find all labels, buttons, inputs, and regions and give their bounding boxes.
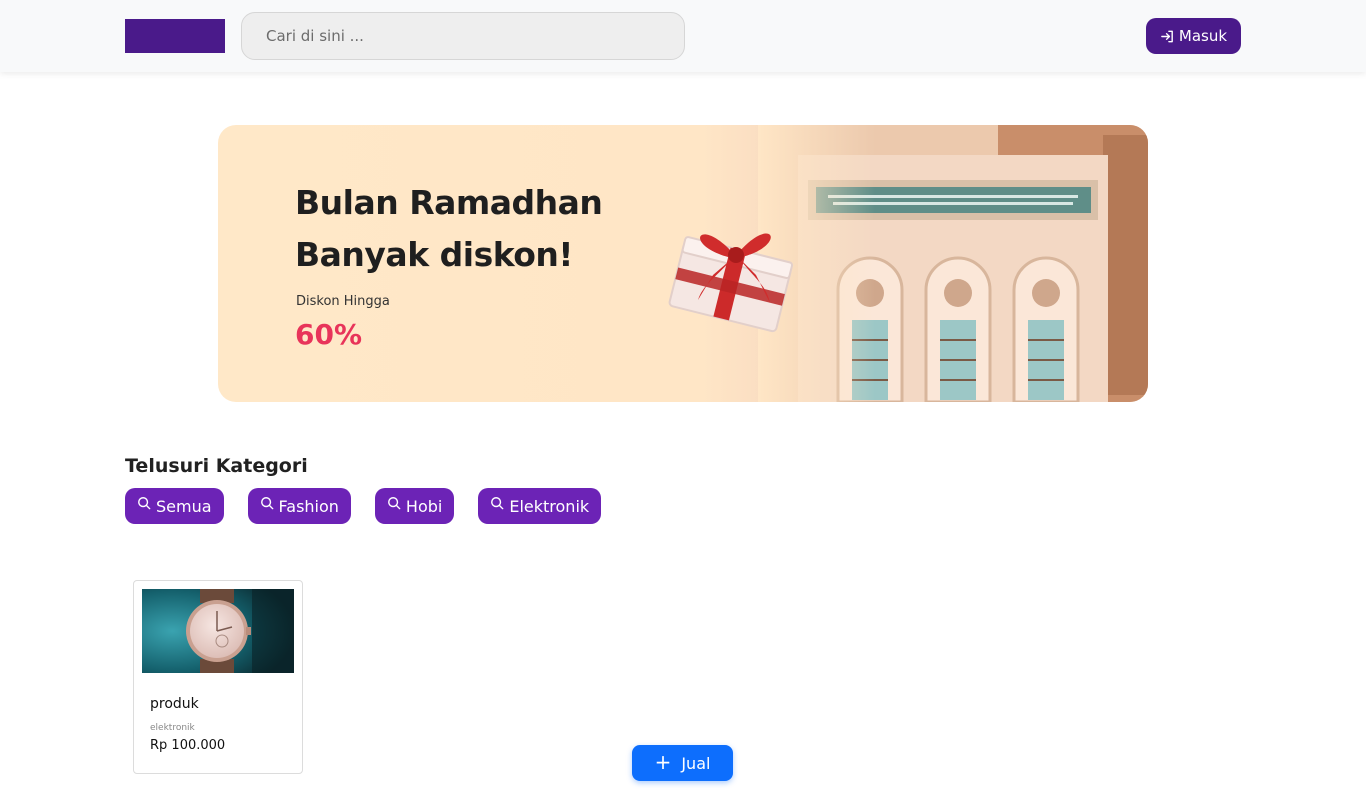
promo-banner[interactable]: Bulan Ramadhan Banyak diskon! Diskon Hin… bbox=[218, 125, 1148, 402]
category-label: Hobi bbox=[405, 496, 443, 516]
category-list: Semua Fashion Hobi Elektronik bbox=[125, 488, 602, 524]
banner-subtitle: Diskon Hingga bbox=[296, 294, 390, 309]
mosque-interior-illustration bbox=[758, 125, 1148, 402]
search-icon bbox=[260, 497, 273, 510]
search-icon bbox=[138, 497, 151, 510]
sell-label: Jual bbox=[681, 753, 711, 773]
gift-box-icon bbox=[668, 233, 794, 333]
product-card[interactable]: produk elektronik Rp 100.000 bbox=[133, 580, 303, 774]
watch-icon bbox=[142, 589, 294, 673]
banner-discount-percent: 60% bbox=[295, 318, 363, 351]
banner-title: Bulan Ramadhan Banyak diskon! bbox=[295, 177, 603, 281]
category-button-semua[interactable]: Semua bbox=[125, 488, 224, 524]
product-image bbox=[142, 589, 294, 673]
plus-icon: + bbox=[654, 750, 672, 774]
category-button-hobi[interactable]: Hobi bbox=[374, 488, 455, 524]
banner-title-line2: Banyak diskon! bbox=[295, 235, 573, 274]
login-button[interactable]: Masuk bbox=[1146, 18, 1241, 54]
sell-button[interactable]: + Jual bbox=[632, 745, 733, 781]
category-button-elektronik[interactable]: Elektronik bbox=[478, 488, 602, 524]
login-label: Masuk bbox=[1178, 27, 1228, 45]
product-price: Rp 100.000 bbox=[150, 738, 226, 753]
brand-logo[interactable] bbox=[125, 19, 225, 53]
categories-heading: Telusuri Kategori bbox=[125, 455, 308, 477]
banner-title-line1: Bulan Ramadhan bbox=[295, 183, 603, 222]
navbar: Masuk bbox=[0, 0, 1366, 72]
category-button-fashion[interactable]: Fashion bbox=[247, 488, 351, 524]
search-icon bbox=[491, 497, 504, 510]
category-label: Semua bbox=[156, 496, 212, 516]
category-label: Fashion bbox=[278, 496, 339, 516]
product-name: produk bbox=[150, 696, 199, 712]
login-icon bbox=[1161, 30, 1173, 42]
search-input[interactable] bbox=[241, 12, 685, 60]
category-label: Elektronik bbox=[509, 496, 590, 516]
product-category: elektronik bbox=[150, 723, 195, 733]
search-icon bbox=[387, 497, 401, 510]
